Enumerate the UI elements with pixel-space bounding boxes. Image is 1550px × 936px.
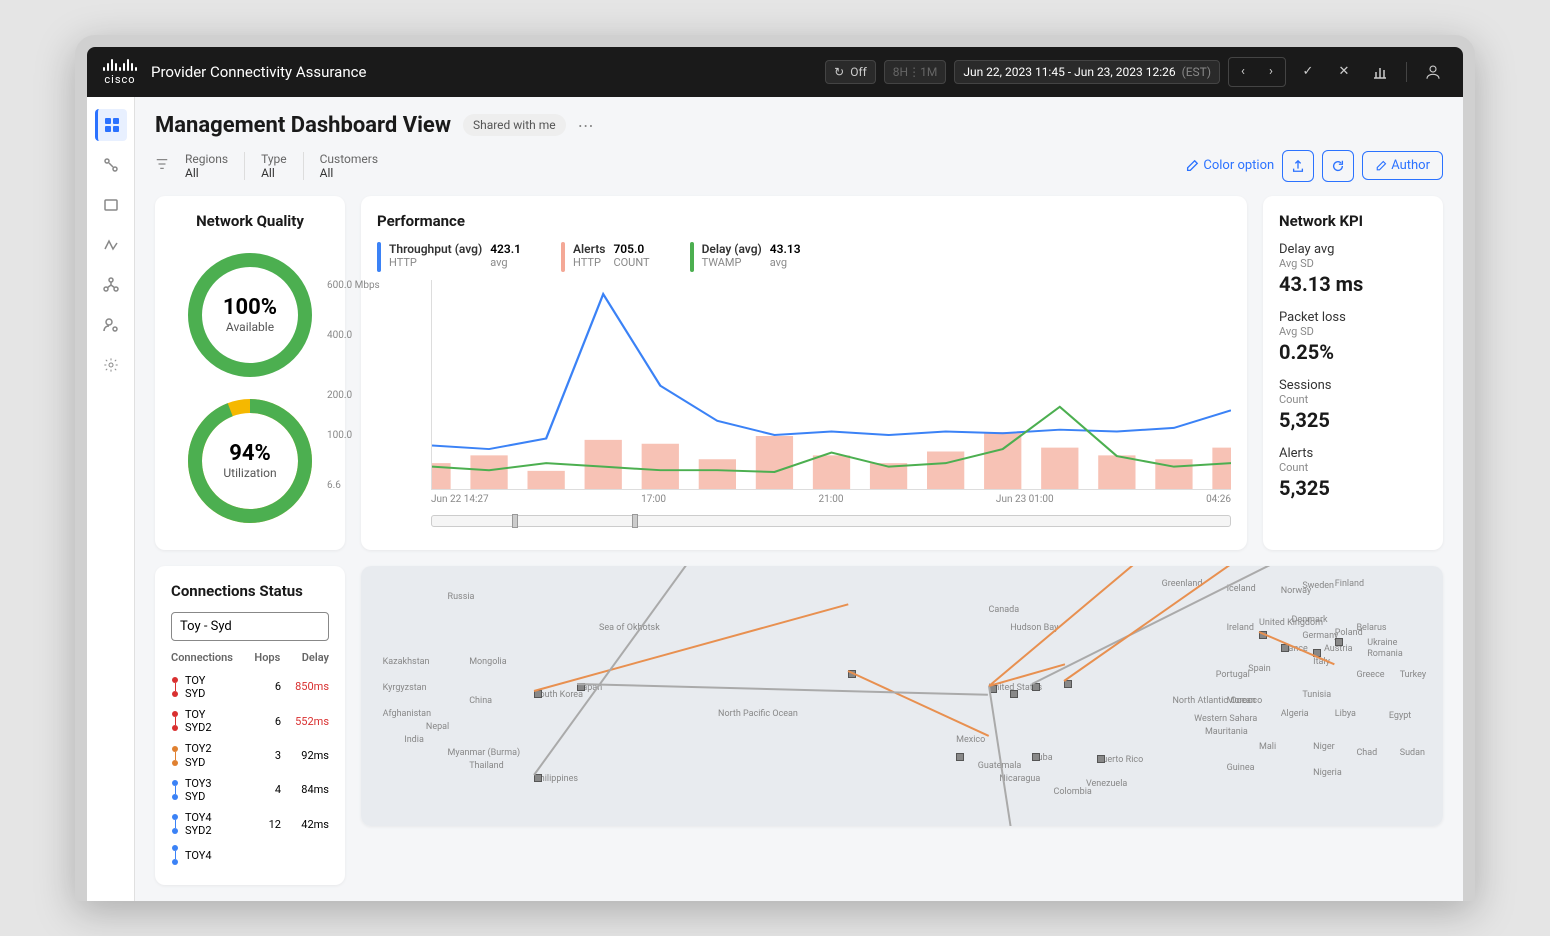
performance-chart[interactable] bbox=[431, 280, 1231, 490]
page-title: Management Dashboard View bbox=[155, 113, 451, 138]
sidebar-path-icon[interactable] bbox=[95, 229, 127, 261]
next-range-button[interactable]: › bbox=[1257, 58, 1285, 86]
filter-type[interactable]: TypeAll bbox=[261, 152, 304, 180]
kpi-item: Delay avgAvg SD43.13 ms bbox=[1279, 242, 1427, 296]
connection-search-input[interactable] bbox=[171, 612, 329, 641]
check-status-icon[interactable]: ✓ bbox=[1294, 58, 1322, 86]
legend-item[interactable]: Delay (avg)TWAMP 43.13avg bbox=[690, 242, 801, 272]
filter-icon[interactable] bbox=[155, 157, 169, 174]
filter-customers[interactable]: CustomersAll bbox=[320, 152, 394, 180]
available-donut: 100%Available bbox=[185, 250, 315, 380]
sidebar-dashboard[interactable] bbox=[95, 109, 127, 141]
sidebar-topology-icon[interactable] bbox=[95, 269, 127, 301]
author-button[interactable]: Author bbox=[1362, 151, 1443, 180]
sidebar-link-icon[interactable] bbox=[95, 149, 127, 181]
sidebar-user-settings-icon[interactable] bbox=[95, 309, 127, 341]
export-button[interactable] bbox=[1282, 150, 1314, 182]
legend-item[interactable]: Throughput (avg)HTTP 423.1avg bbox=[377, 242, 521, 272]
world-map[interactable]: RussiaGreenlandIcelandSwedenFinlandNorwa… bbox=[361, 566, 1443, 826]
utilization-donut: 94%Utilization bbox=[185, 396, 315, 526]
refresh-button[interactable] bbox=[1322, 150, 1354, 182]
connections-status-card: Connections Status Connections Hops Dela… bbox=[155, 566, 345, 886]
performance-card: Performance Throughput (avg)HTTP 423.1av… bbox=[361, 196, 1247, 550]
more-menu-icon[interactable]: ⋯ bbox=[578, 116, 594, 135]
cisco-logo: cisco bbox=[103, 57, 137, 86]
analytics-icon[interactable] bbox=[1366, 58, 1394, 86]
legend-item[interactable]: AlertsHTTP 705.0COUNT bbox=[561, 242, 650, 272]
time-range-slider[interactable] bbox=[431, 515, 1231, 527]
connection-row[interactable]: TOYSYD2 6 552ms bbox=[171, 704, 329, 738]
sidebar-settings-icon[interactable] bbox=[95, 349, 127, 381]
network-kpi-card: Network KPI Delay avgAvg SD43.13 ms Pack… bbox=[1263, 196, 1443, 550]
date-range-picker[interactable]: Jun 22, 2023 11:45 - Jun 23, 2023 12:26 … bbox=[954, 60, 1220, 84]
shared-badge: Shared with me bbox=[463, 114, 566, 136]
filter-regions[interactable]: RegionsAll bbox=[185, 152, 245, 180]
top-header: cisco Provider Connectivity Assurance ↻ … bbox=[87, 47, 1463, 97]
sidebar-device-icon[interactable] bbox=[95, 189, 127, 221]
profile-icon[interactable] bbox=[1419, 58, 1447, 86]
connection-row[interactable]: TOYSYD 6 850ms bbox=[171, 670, 329, 704]
connection-row[interactable]: TOY4 bbox=[171, 841, 329, 869]
connection-row[interactable]: TOY2SYD 3 92ms bbox=[171, 738, 329, 772]
prev-range-button[interactable]: ‹ bbox=[1229, 58, 1257, 86]
network-quality-card: Network Quality 100%Available 94%Utiliza… bbox=[155, 196, 345, 550]
color-option-button[interactable]: Color option bbox=[1185, 158, 1274, 173]
app-title: Provider Connectivity Assurance bbox=[151, 63, 366, 81]
kpi-item: SessionsCount5,325 bbox=[1279, 378, 1427, 432]
connection-row[interactable]: TOY3SYD 4 84ms bbox=[171, 773, 329, 807]
refresh-icon: ↻ bbox=[834, 65, 844, 79]
time-preset[interactable]: 8H⋮1M bbox=[884, 60, 947, 84]
kpi-item: Packet lossAvg SD0.25% bbox=[1279, 310, 1427, 364]
left-sidebar bbox=[87, 97, 135, 902]
kpi-item: AlertsCount5,325 bbox=[1279, 446, 1427, 500]
connection-row[interactable]: TOY4SYD2 12 42ms bbox=[171, 807, 329, 841]
refresh-toggle[interactable]: ↻ Off bbox=[825, 60, 876, 84]
tools-icon[interactable]: ✕ bbox=[1330, 58, 1358, 86]
